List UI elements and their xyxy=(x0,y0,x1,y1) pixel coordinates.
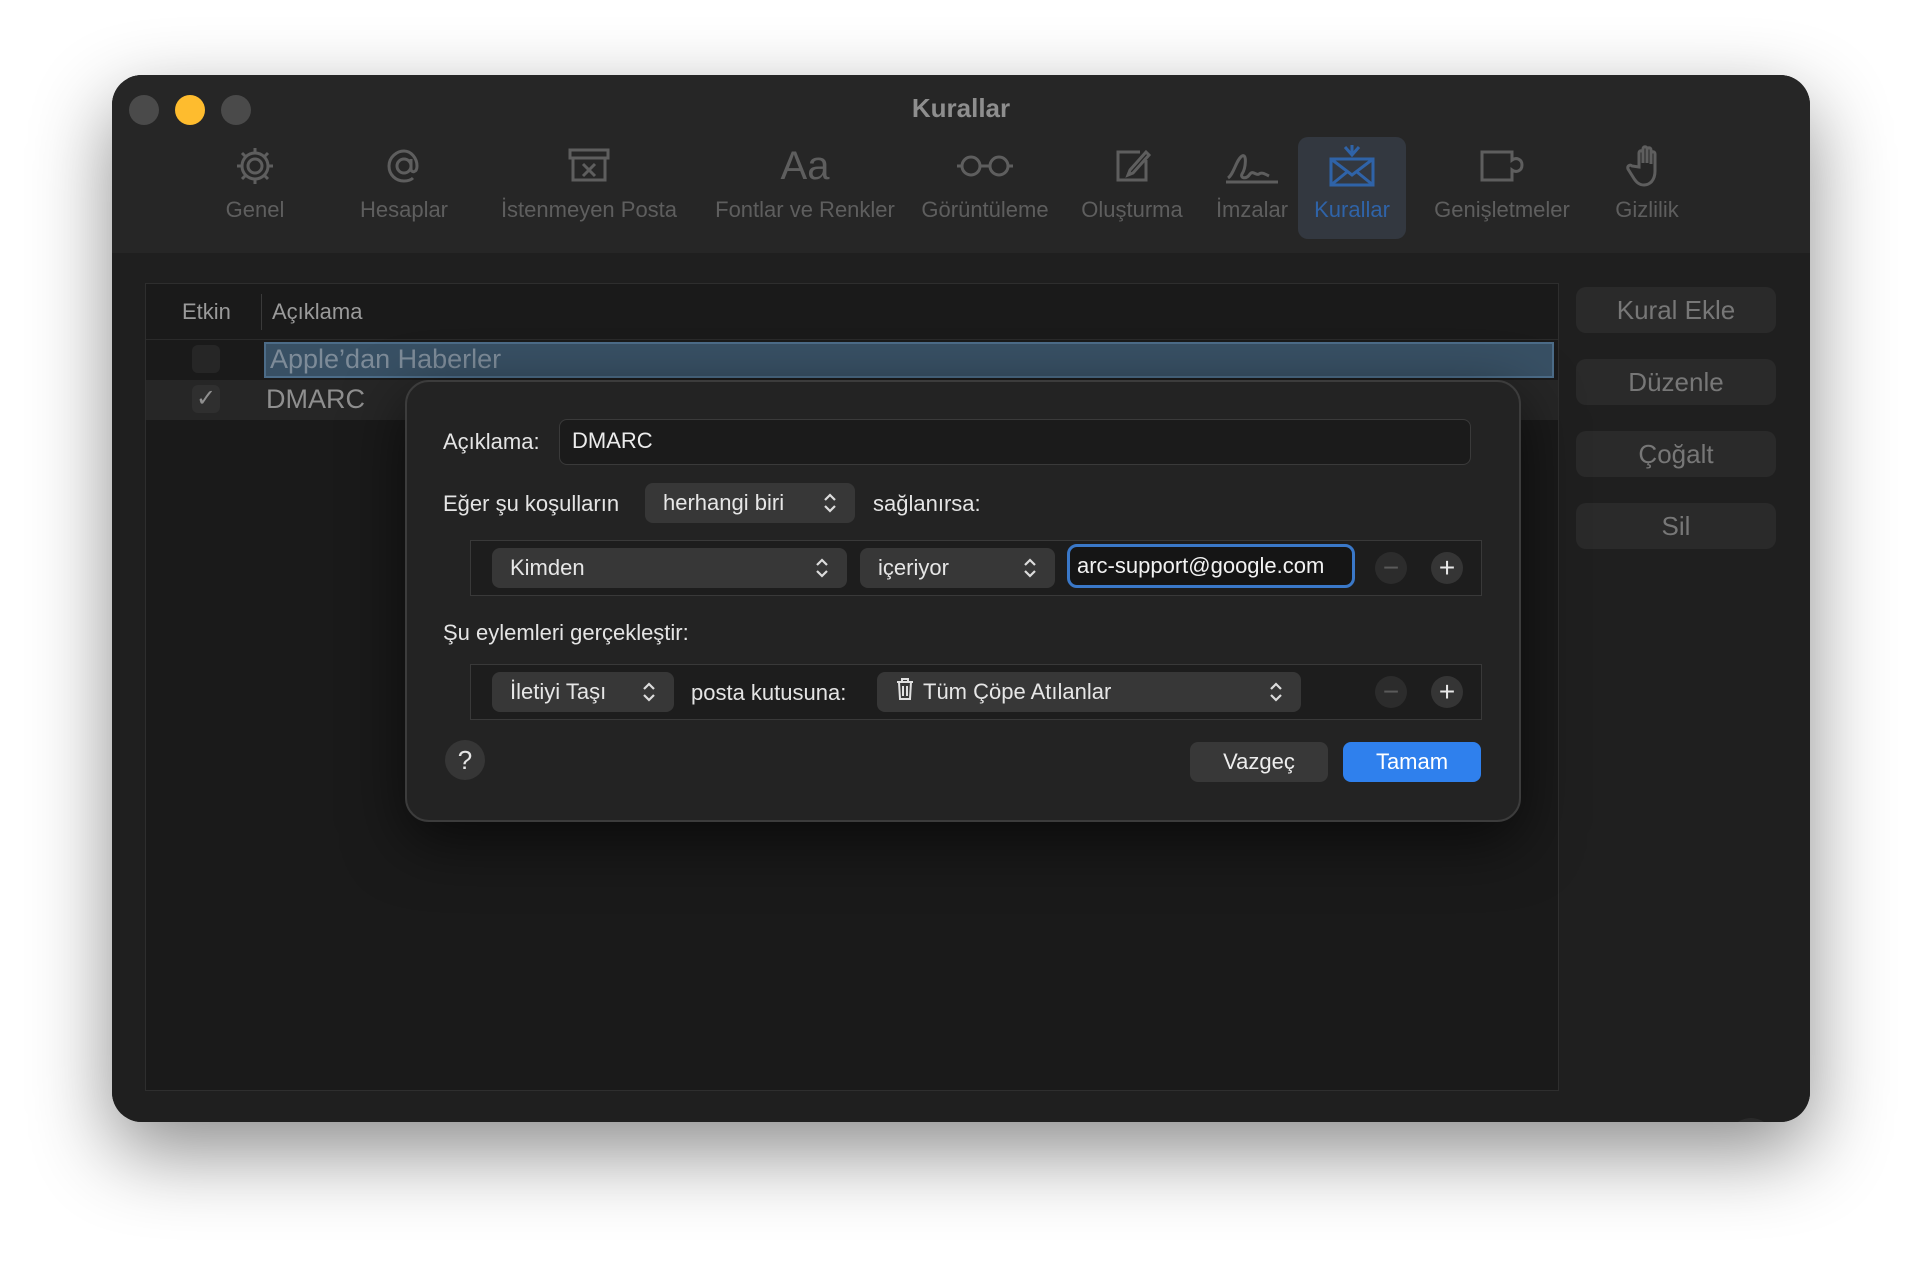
table-row[interactable]: Apple’dan Haberler xyxy=(146,342,1558,380)
tab-kurallar[interactable]: Kurallar xyxy=(1298,137,1406,239)
add-rule-button[interactable]: Kural Ekle xyxy=(1576,287,1776,333)
tab-label: İstenmeyen Posta xyxy=(500,197,678,222)
add-condition-button[interactable]: + xyxy=(1431,552,1463,584)
tab-label: Hesaplar xyxy=(359,197,449,222)
trash-icon xyxy=(895,677,915,707)
chevron-updown-icon xyxy=(636,681,662,703)
table-header: Etkin Açıklama xyxy=(146,284,1558,340)
toolbar: Kurallar Genel Hesaplar İstenmeyen Posta… xyxy=(112,75,1810,253)
tab-label: Fontlar ve Renkler xyxy=(715,197,895,222)
signature-icon xyxy=(1222,137,1282,195)
column-header-description[interactable]: Açıklama xyxy=(272,299,362,325)
tab-genisletmeler[interactable]: Genişletmeler xyxy=(1412,137,1592,239)
condition-field-popup[interactable]: Kimden xyxy=(492,548,847,588)
description-value: DMARC xyxy=(572,428,653,453)
tab-label: Gizlilik xyxy=(1615,197,1679,222)
junk-tray-icon xyxy=(565,137,613,195)
gear-icon xyxy=(233,137,277,195)
condition-operator-value: içeriyor xyxy=(878,555,949,580)
tab-genel[interactable]: Genel xyxy=(205,137,305,239)
tab-goruntuleme[interactable]: Görüntüleme xyxy=(905,137,1065,239)
rule-enabled-checkbox[interactable] xyxy=(192,345,220,373)
condition-value-text: arc-support@google.com xyxy=(1077,553,1325,578)
tab-label: Genişletmeler xyxy=(1434,197,1570,222)
tab-hesaplar[interactable]: Hesaplar xyxy=(344,137,464,239)
condition-suffix-label: sağlanırsa: xyxy=(873,491,981,516)
compose-icon xyxy=(1110,137,1154,195)
sheet-help-button[interactable]: ? xyxy=(445,740,485,780)
edit-rule-button[interactable]: Düzenle xyxy=(1576,359,1776,405)
cancel-button[interactable]: Vazgeç xyxy=(1190,742,1328,782)
chevron-updown-icon xyxy=(809,557,835,579)
at-sign-icon xyxy=(382,137,426,195)
tab-label: Oluşturma xyxy=(1081,197,1183,222)
actions-label: Şu eylemleri gerçekleştir: xyxy=(443,620,689,645)
remove-action-button[interactable]: − xyxy=(1375,676,1407,708)
glasses-icon xyxy=(955,137,1015,195)
tab-label: İmzalar xyxy=(1215,197,1289,222)
condition-row: Kimden içeriyor arc-support@google.com −… xyxy=(470,540,1482,596)
ok-button[interactable]: Tamam xyxy=(1343,742,1481,782)
font-aa-icon: Aa xyxy=(780,143,830,188)
delete-rule-button[interactable]: Sil xyxy=(1576,503,1776,549)
column-header-enabled[interactable]: Etkin xyxy=(182,299,231,325)
rule-description: Apple’dan Haberler xyxy=(270,344,502,374)
condition-prefix-label: Eğer şu koşulların xyxy=(443,491,620,516)
rule-enabled-checkbox[interactable]: ✓ xyxy=(192,385,220,413)
tab-fontlar-ve-renkler[interactable]: Aa Fontlar ve Renkler xyxy=(700,137,910,239)
rule-edit-sheet: Açıklama: DMARC Eğer şu koşulların herha… xyxy=(405,380,1521,822)
rule-description: DMARC xyxy=(266,384,365,414)
chevron-updown-icon xyxy=(817,492,843,514)
chevron-updown-icon xyxy=(1263,681,1289,703)
tab-olusturma[interactable]: Oluşturma xyxy=(1067,137,1197,239)
description-field[interactable]: DMARC xyxy=(559,419,1471,465)
remove-condition-button[interactable]: − xyxy=(1375,552,1407,584)
condition-match-value: herhangi biri xyxy=(663,490,785,515)
condition-operator-popup[interactable]: içeriyor xyxy=(860,548,1055,588)
mailbox-popup[interactable]: Tüm Çöpe Atılanlar xyxy=(877,672,1301,712)
chevron-updown-icon xyxy=(1017,557,1043,579)
tab-gizlilik[interactable]: Gizlilik xyxy=(1602,137,1692,239)
duplicate-rule-button[interactable]: Çoğalt xyxy=(1576,431,1776,477)
puzzle-icon xyxy=(1476,137,1528,195)
description-label: Açıklama: xyxy=(443,429,540,454)
window-title: Kurallar xyxy=(911,93,1011,123)
tab-imzalar[interactable]: İmzalar xyxy=(1197,137,1307,239)
tab-label: Kurallar xyxy=(1314,197,1390,222)
tab-label: Görüntüleme xyxy=(921,197,1049,222)
action-type-value: İletiyi Taşı xyxy=(510,679,607,704)
action-type-popup[interactable]: İletiyi Taşı xyxy=(492,672,674,712)
target-mailbox-label: posta kutusuna: xyxy=(691,680,847,705)
add-action-button[interactable]: + xyxy=(1431,676,1463,708)
column-divider xyxy=(261,294,262,330)
envelope-rules-icon xyxy=(1326,137,1378,195)
help-button[interactable]: ? xyxy=(1728,1118,1774,1122)
tab-istenmeyen-posta[interactable]: İstenmeyen Posta xyxy=(474,137,704,239)
condition-value-input[interactable]: arc-support@google.com xyxy=(1067,544,1355,588)
condition-match-popup[interactable]: herhangi biri xyxy=(645,483,855,523)
mailbox-value: Tüm Çöpe Atılanlar xyxy=(923,679,1112,704)
action-row: İletiyi Taşı posta kutusuna: Tüm Çöpe At… xyxy=(470,664,1482,720)
tab-label: Genel xyxy=(225,197,285,222)
condition-field-value: Kimden xyxy=(510,555,585,580)
hand-icon xyxy=(1625,137,1669,195)
